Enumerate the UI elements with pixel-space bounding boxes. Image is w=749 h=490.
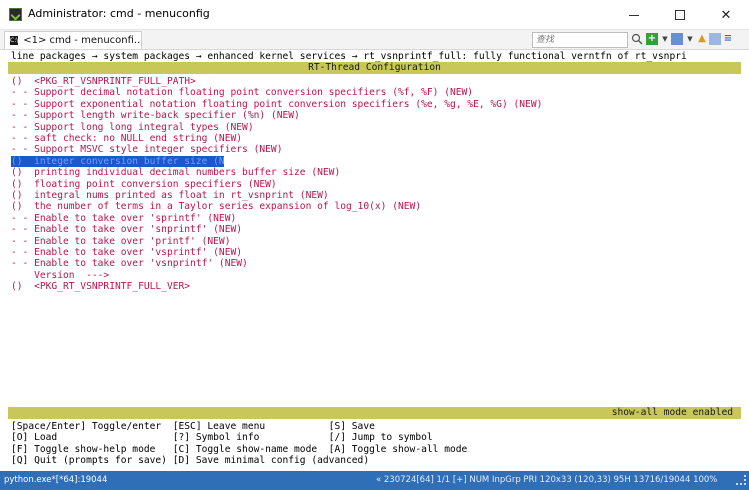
console-status-bar: python.exe*[*64]:19044 « 230724[64] 1/1 … [0,471,749,490]
panel-icon[interactable] [709,33,721,45]
close-icon: ✕ [720,7,732,23]
help-line: [F] Toggle show-help mode [C] Toggle sho… [11,443,468,455]
console-tab-icon: C:\ [10,36,19,45]
chevron-down-icon[interactable]: ▼ [684,33,696,45]
menu-option[interactable]: - - saft check: no NULL end string (NEW) [11,133,739,144]
menu-option[interactable]: - - Enable to take over 'vsnprintf' (NEW… [11,258,739,269]
tab-cmd-menuconfig[interactable]: C:\ <1> cmd - menuconfi... [4,31,142,49]
menu-option[interactable]: () floating point conversion specifiers … [11,179,739,190]
minimize-button[interactable] [611,0,657,30]
mode-status-bar: show-all mode enabled [8,407,741,419]
menu-option[interactable]: () the number of terms in a Taylor serie… [11,201,739,212]
menu-option[interactable]: () <PKG_RT_VSNPRINTF_FULL_PATH> [11,76,739,87]
process-status: python.exe*[*64]:19044 [4,475,108,485]
menu-option[interactable]: - - Support decimal notation floating po… [11,87,739,98]
terminal-area[interactable]: line packages → system packages → enhanc… [8,50,741,471]
search-input[interactable]: 查找 [532,32,628,48]
help-line: [Q] Quit (prompts for save) [D] Save min… [11,455,370,467]
search-icon[interactable] [631,33,643,45]
help-line: [O] Load [?] Symbol info [/] Jump to sym… [11,432,433,444]
menu-option[interactable]: - - Enable to take over 'vsprintf' (NEW) [11,247,739,258]
menu-option[interactable]: - - Support length write-back specifier … [11,110,739,121]
menu-option[interactable]: - - Support MSVC style integer specifier… [11,144,739,155]
console-info: « 230724[64] 1/1 [+] NUM InpGrp PRI 120x… [376,475,718,485]
maximize-button[interactable] [657,0,703,30]
new-console-icon[interactable]: + [646,33,658,45]
window-title: Administrator: cmd - menuconfig [28,7,210,20]
menu-option[interactable]: - - Enable to take over 'printf' (NEW) [11,236,739,247]
menu-option[interactable]: - - Enable to take over 'snprintf' (NEW) [11,224,739,235]
tab-label: <1> cmd - menuconfi... [23,35,142,46]
menu-submenu[interactable]: Version ---> [11,270,739,281]
close-button[interactable]: ✕ [703,0,749,30]
minimize-icon [629,14,639,16]
maximize-icon [675,10,685,20]
config-title-bar: RT-Thread Configuration [8,62,741,74]
tab-bar: C:\ <1> cmd - menuconfi... 查找 + ▼ ▼ ▲ ≡ [0,30,749,50]
help-line: [Space/Enter] Toggle/enter [ESC] Leave m… [11,421,375,432]
menu-option[interactable]: - - Support exponential notation floatin… [11,99,739,110]
menu-option-selected[interactable]: () integer conversion buffer size (NEW) [11,155,224,168]
menu-option[interactable]: () printing individual decimal numbers b… [11,167,739,178]
menu-option[interactable]: - - Enable to take over 'sprintf' (NEW) [11,213,739,224]
menu-option[interactable]: () integral nums printed as float in rt_… [11,190,739,201]
window-icon[interactable] [671,33,683,45]
chevron-down-icon[interactable]: ▼ [659,33,671,45]
menu-breadcrumb: line packages → system packages → enhanc… [11,51,687,62]
console-app-icon [9,8,22,21]
menu-option[interactable]: () <PKG_RT_VSNPRINTF_FULL_VER> [11,281,739,292]
resize-grip-icon[interactable] [736,475,746,485]
window-titlebar: Administrator: cmd - menuconfig ✕ [0,0,749,30]
lock-icon[interactable]: ▲ [696,33,708,45]
menu-icon[interactable]: ≡ [722,33,734,45]
menu-option[interactable]: - - Support long long integral types (NE… [11,122,739,133]
mode-status-text: show-all mode enabled [611,407,733,418]
